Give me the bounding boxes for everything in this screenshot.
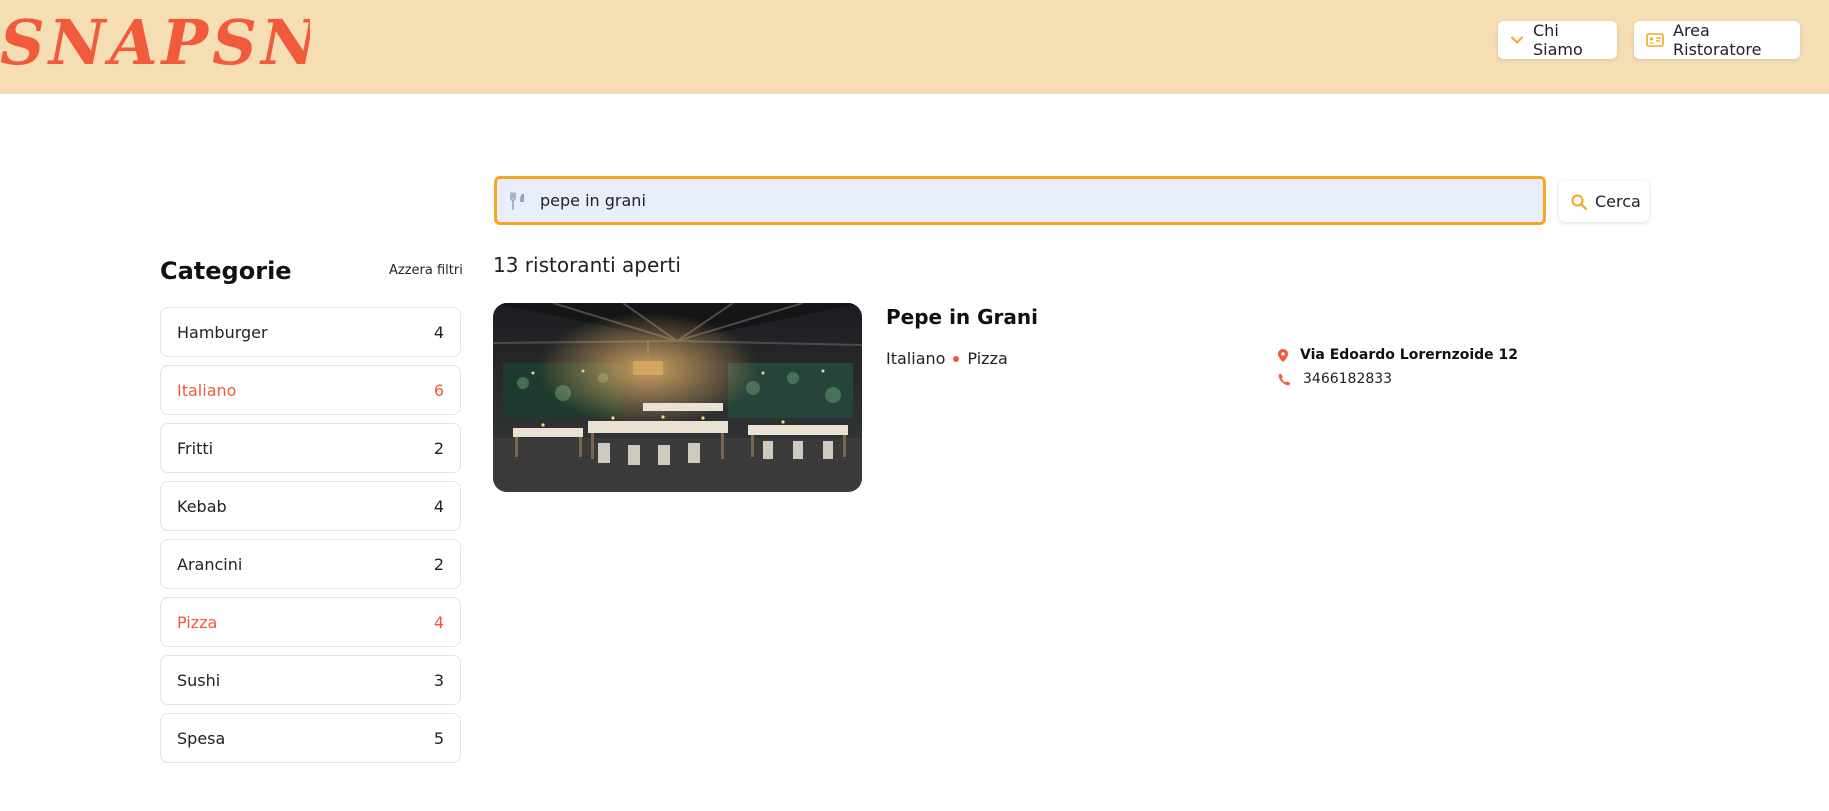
category-count: 4 (433, 496, 444, 516)
area-ristoratore-label: Area Ristoratore (1673, 21, 1762, 59)
category-pizza[interactable]: Pizza 4 (160, 597, 461, 647)
category-sushi[interactable]: Sushi 3 (160, 655, 461, 705)
restaurant-address: Via Edoardo Lorernzoide 12 (1278, 347, 1518, 363)
category-count: 4 (433, 612, 444, 632)
category-count: 5 (433, 728, 444, 748)
reset-filters-link[interactable]: Azzera filtri (389, 263, 463, 278)
category-count: 3 (433, 670, 444, 690)
chi-siamo-button[interactable]: Chi Siamo (1498, 21, 1617, 59)
chevron-down-icon (1511, 36, 1523, 44)
restaurant-name[interactable]: Pepe in Grani (886, 305, 1038, 329)
category-list: Hamburger 4 Italiano 6 Fritti 2 Kebab 4 … (160, 307, 461, 771)
category-label: Italiano (177, 380, 237, 400)
id-card-icon (1646, 33, 1664, 47)
search-button[interactable]: Cerca (1559, 181, 1649, 222)
address-text: Via Edoardo Lorernzoide 12 (1300, 347, 1519, 363)
restaurant-tag: Pizza (967, 349, 1008, 368)
logo[interactable]: SNAPSNACK (0, 2, 310, 82)
category-label: Sushi (177, 670, 221, 690)
restaurant-interior-image (493, 303, 862, 492)
category-count: 2 (433, 438, 444, 458)
categories-title: Categorie (160, 257, 292, 285)
tag-separator-dot (953, 355, 960, 362)
search-button-label: Cerca (1595, 192, 1641, 211)
restaurant-phone: 3466182833 (1278, 371, 1392, 387)
phone-text: 3466182833 (1303, 371, 1393, 387)
category-label: Arancini (177, 554, 243, 574)
restaurant-photo[interactable] (493, 303, 862, 492)
chi-siamo-label: Chi Siamo (1533, 21, 1583, 59)
area-ristoratore-button[interactable]: Area Ristoratore (1634, 21, 1800, 59)
utensils-icon (510, 191, 524, 210)
category-count: 2 (433, 554, 444, 574)
category-label: Spesa (177, 728, 226, 748)
restaurant-tags: Italiano Pizza (886, 349, 1008, 368)
results-count: 13 ristoranti aperti (493, 253, 681, 277)
category-kebab[interactable]: Kebab 4 (160, 481, 461, 531)
category-label: Hamburger (177, 322, 268, 342)
category-italiano[interactable]: Italiano 6 (160, 365, 461, 415)
search-input[interactable] (540, 191, 1440, 210)
restaurant-tag: Italiano (886, 349, 946, 368)
search-icon (1571, 194, 1587, 210)
phone-icon (1278, 373, 1291, 385)
category-count: 4 (433, 322, 444, 342)
category-arancini[interactable]: Arancini 2 (160, 539, 461, 589)
category-fritti[interactable]: Fritti 2 (160, 423, 461, 473)
search-box[interactable] (494, 176, 1546, 225)
category-label: Fritti (177, 438, 214, 458)
header: SNAPSNACK Chi Siamo Area Ristoratore (0, 0, 1829, 94)
svg-text:SNAPSNACK: SNAPSNACK (0, 6, 310, 79)
category-count: 6 (433, 380, 444, 400)
category-label: Kebab (177, 496, 227, 516)
category-hamburger[interactable]: Hamburger 4 (160, 307, 461, 357)
category-label: Pizza (177, 612, 218, 632)
map-pin-icon (1278, 348, 1288, 362)
category-spesa[interactable]: Spesa 5 (160, 713, 461, 763)
